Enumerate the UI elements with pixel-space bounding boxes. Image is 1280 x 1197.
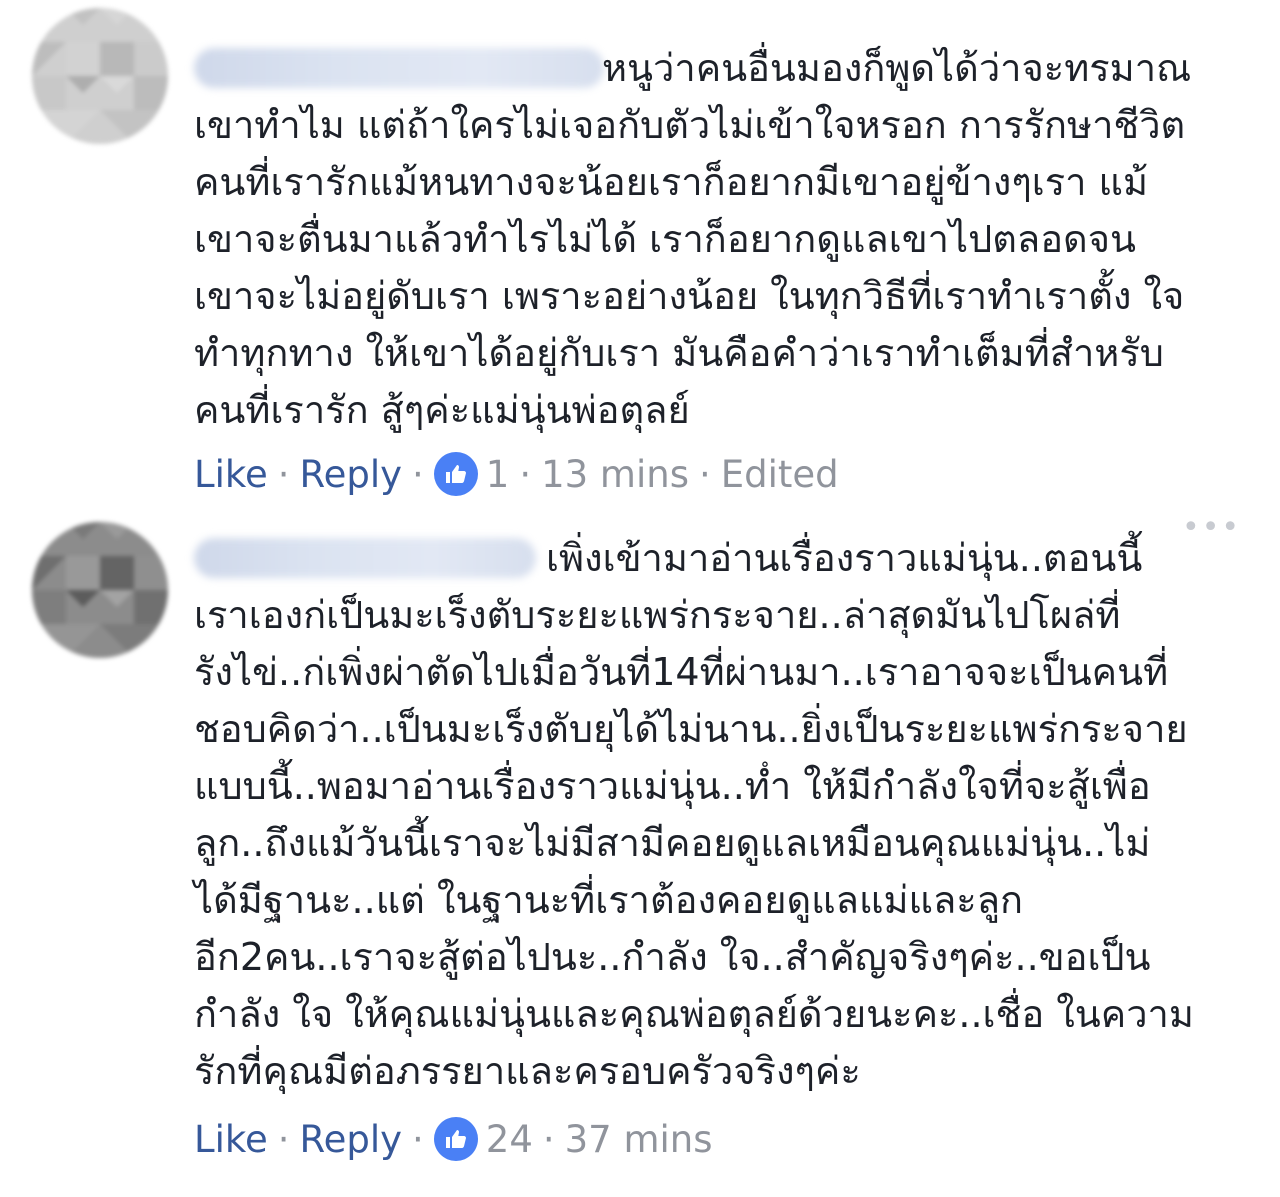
comment-actions: Like · Reply · 1 · 13 mins · Edited	[194, 449, 839, 499]
like-thumb-icon[interactable]	[433, 452, 478, 496]
separator: ·	[412, 452, 424, 496]
avatar[interactable]	[32, 522, 168, 658]
avatar[interactable]	[32, 8, 168, 144]
separator: ·	[277, 452, 290, 496]
timestamp[interactable]: 37 mins	[565, 1118, 713, 1161]
blurred-avatar-image	[32, 522, 168, 658]
like-link[interactable]: Like	[194, 1118, 268, 1161]
more-options-icon[interactable]: •••	[1182, 513, 1241, 543]
comment: เพิ่งเข้ามาอ่านเรื่องราวแม่นุ่น..ตอนนี้เ…	[0, 500, 1280, 1197]
separator: ·	[412, 1117, 424, 1161]
comment-text: หนูว่าคนอื่นมองก็พูดได้ว่าจะทรมาณเขาทำไม…	[194, 46, 1192, 432]
like-thumb-icon[interactable]	[433, 1117, 478, 1161]
reaction-count[interactable]: 1	[486, 453, 510, 496]
separator: ·	[542, 1117, 555, 1161]
edited-label[interactable]: Edited	[721, 453, 839, 496]
separator: ·	[519, 452, 532, 496]
comment-text: เพิ่งเข้ามาอ่านเรื่องราวแม่นุ่น..ตอนนี้เ…	[194, 536, 1194, 1093]
blurred-avatar-image	[32, 8, 168, 144]
comment: หนูว่าคนอื่นมองก็พูดได้ว่าจะทรมาณเขาทำไม…	[0, 0, 1280, 500]
reply-link[interactable]: Reply	[300, 1118, 402, 1161]
timestamp[interactable]: 13 mins	[541, 453, 689, 496]
separator: ·	[699, 452, 711, 496]
reply-link[interactable]: Reply	[300, 453, 402, 496]
reaction-count[interactable]: 24	[486, 1118, 533, 1161]
comment-actions: Like · Reply · 24 · 37 mins	[194, 1114, 713, 1164]
like-link[interactable]: Like	[194, 453, 268, 496]
separator: ·	[277, 1117, 290, 1161]
